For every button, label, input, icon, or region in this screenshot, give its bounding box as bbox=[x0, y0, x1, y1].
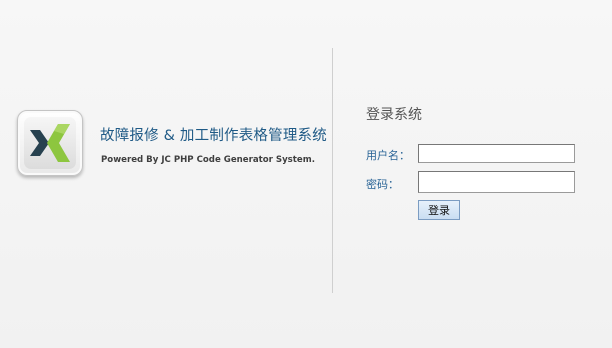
app-title: 故障报修 & 加工制作表格管理系统 bbox=[100, 128, 327, 144]
powered-by-text: Powered By JC PHP Code Generator System. bbox=[101, 155, 315, 165]
login-title: 登录系统 bbox=[366, 107, 422, 123]
x-chevron-logo-icon bbox=[30, 124, 70, 162]
username-label: 用户名： bbox=[366, 149, 410, 162]
login-button[interactable]: 登录 bbox=[418, 200, 460, 220]
logo-inner bbox=[24, 117, 76, 169]
password-input[interactable] bbox=[418, 171, 575, 193]
username-input[interactable] bbox=[418, 144, 575, 163]
password-label: 密码： bbox=[366, 178, 399, 191]
logo bbox=[17, 110, 83, 176]
vertical-divider bbox=[332, 48, 333, 293]
